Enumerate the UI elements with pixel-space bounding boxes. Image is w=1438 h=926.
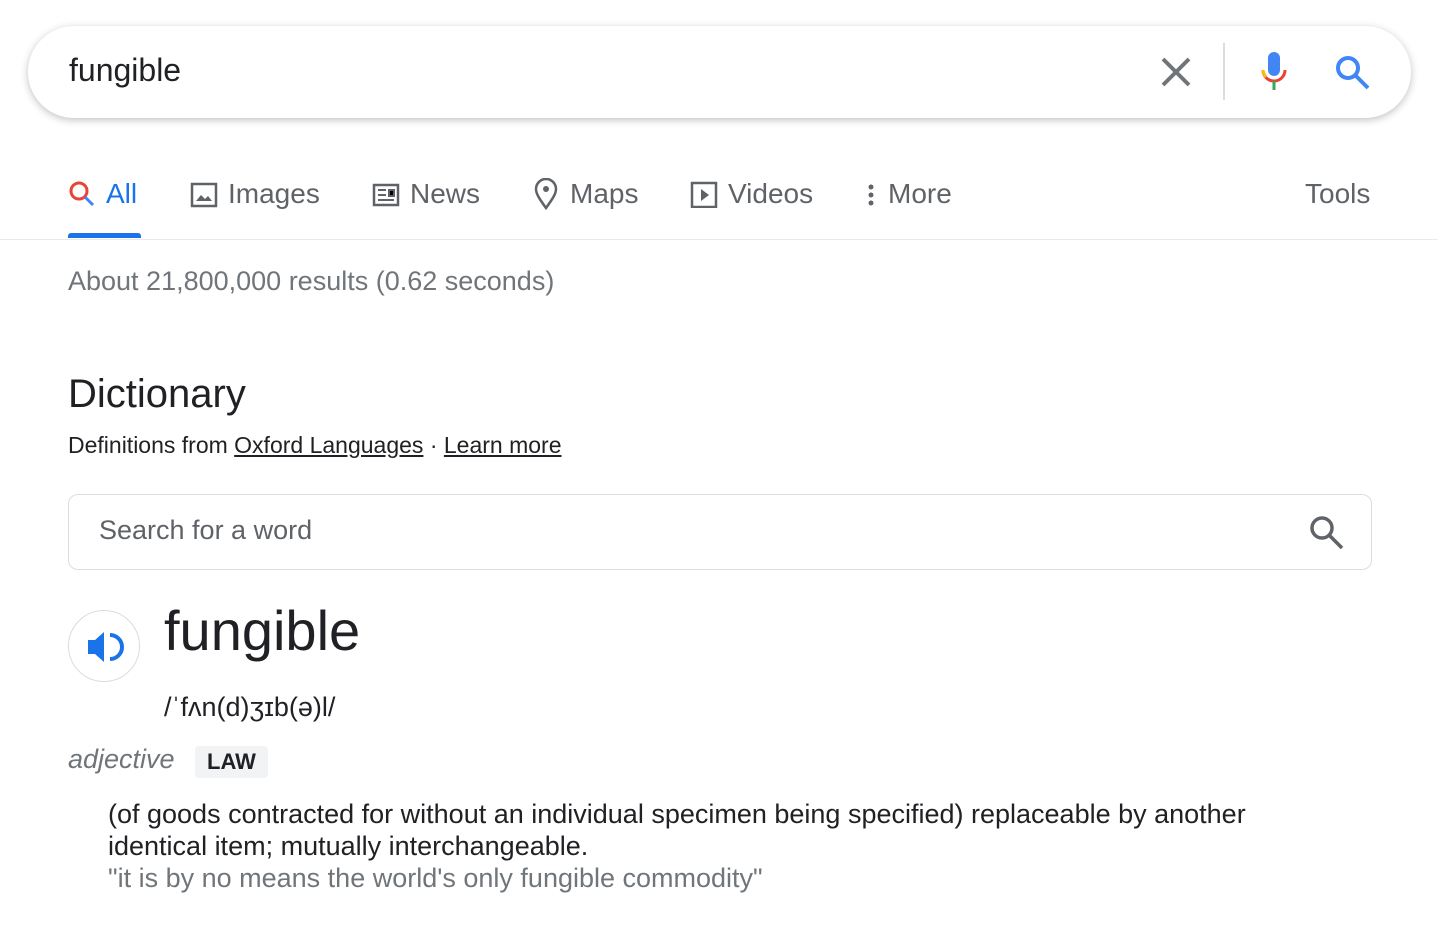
tab-images[interactable]: Images xyxy=(190,178,320,210)
map-pin-icon xyxy=(534,178,558,210)
pronunciation: /ˈfʌn(d)ʒɪb(ə)l/ xyxy=(164,692,336,722)
separator: · xyxy=(429,432,438,458)
more-vert-icon xyxy=(868,184,874,206)
example-text: "it is by no means the world's only fung… xyxy=(108,863,763,893)
tab-all[interactable]: All xyxy=(68,178,137,210)
headword: fungible xyxy=(164,599,361,662)
definition: (of goods contracted for without an indi… xyxy=(108,798,1348,894)
search-icon[interactable] xyxy=(1309,515,1345,551)
tab-videos[interactable]: Videos xyxy=(690,178,813,210)
image-icon xyxy=(190,182,218,208)
result-stats: About 21,800,000 results (0.62 seconds) xyxy=(68,266,555,296)
tools-button[interactable]: Tools xyxy=(1305,178,1370,210)
search-box[interactable] xyxy=(28,26,1411,118)
tab-label: More xyxy=(888,178,952,209)
tab-label: Videos xyxy=(728,178,814,209)
search-icon[interactable] xyxy=(1334,54,1372,92)
dictionary-title: Dictionary xyxy=(68,372,246,416)
tab-more[interactable]: More xyxy=(864,178,952,210)
tab-label: Maps xyxy=(570,178,639,209)
microphone-icon[interactable] xyxy=(1258,50,1290,92)
tab-label: Images xyxy=(228,178,320,209)
oxford-languages-link[interactable]: Oxford Languages xyxy=(234,432,423,458)
source-prefix: Definitions from xyxy=(68,432,228,458)
speaker-icon xyxy=(88,632,124,662)
learn-more-link[interactable]: Learn more xyxy=(444,432,562,458)
dictionary-source: Definitions from Oxford Languages · Lear… xyxy=(68,432,562,459)
definition-text: (of goods contracted for without an indi… xyxy=(108,799,1246,861)
word-search-placeholder: Search for a word xyxy=(99,515,313,545)
play-icon xyxy=(690,181,718,208)
domain-label: LAW xyxy=(195,746,268,778)
word-search-input[interactable]: Search for a word xyxy=(68,494,1372,570)
part-of-speech: adjective xyxy=(68,744,175,774)
pronounce-button[interactable] xyxy=(68,610,140,682)
search-tabs: All Images News Maps Videos More Tools xyxy=(0,170,1438,240)
news-icon xyxy=(372,183,400,207)
tab-label: All xyxy=(106,178,138,209)
clear-icon[interactable] xyxy=(1160,56,1192,88)
tab-label: News xyxy=(410,178,481,209)
search-input[interactable]: fungible xyxy=(69,52,181,89)
divider xyxy=(1223,43,1225,100)
active-tab-indicator xyxy=(68,233,141,238)
tab-maps[interactable]: Maps xyxy=(532,178,638,210)
search-icon xyxy=(69,181,95,207)
tab-news[interactable]: News xyxy=(372,178,480,210)
